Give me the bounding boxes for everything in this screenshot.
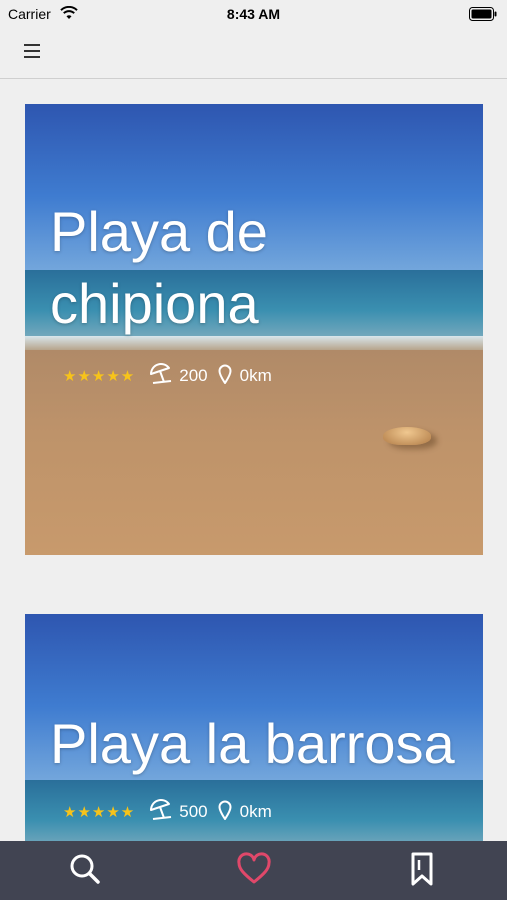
- bottom-tab-bar: [0, 841, 507, 900]
- battery-icon: [469, 7, 497, 24]
- search-icon: [70, 854, 100, 884]
- distance-value: 0km: [239, 802, 272, 821]
- capacity-value: 500: [179, 802, 208, 821]
- tab-saved[interactable]: [404, 851, 440, 887]
- beach-card[interactable]: Playa de chipiona ★★★★★ 200 0km: [25, 104, 483, 555]
- bookmark-icon: [411, 852, 433, 886]
- status-bar: Carrier 8:43 AM: [0, 0, 507, 28]
- heart-icon: [237, 852, 271, 884]
- rating-stars: ★★★★★: [63, 804, 136, 821]
- location-pin-icon: [218, 364, 232, 389]
- beach-meta: ★★★★★ 200 0km: [63, 362, 272, 390]
- beach-meta: ★★★★★ 500 0km: [63, 798, 272, 826]
- umbrella-icon: [149, 362, 173, 390]
- rating-stars: ★★★★★: [63, 368, 136, 385]
- beach-name: Playa la barrosa: [50, 712, 455, 775]
- tab-search[interactable]: [67, 851, 103, 887]
- shell-image: [383, 427, 431, 445]
- capacity-value: 200: [179, 366, 208, 385]
- clock: 8:43 AM: [226, 6, 281, 22]
- location-pin-icon: [218, 800, 232, 825]
- distance-value: 0km: [239, 366, 272, 385]
- hamburger-menu-icon[interactable]: [24, 40, 46, 64]
- beach-name: Playa de chipiona: [50, 200, 268, 335]
- app-header: [0, 28, 507, 79]
- umbrella-icon: [149, 798, 173, 826]
- beach-card[interactable]: Playa la barrosa ★★★★★ 500 0km: [25, 614, 483, 841]
- beach-list: Playa de chipiona ★★★★★ 200 0km Playa la…: [0, 79, 507, 841]
- tab-favorites[interactable]: [236, 851, 272, 887]
